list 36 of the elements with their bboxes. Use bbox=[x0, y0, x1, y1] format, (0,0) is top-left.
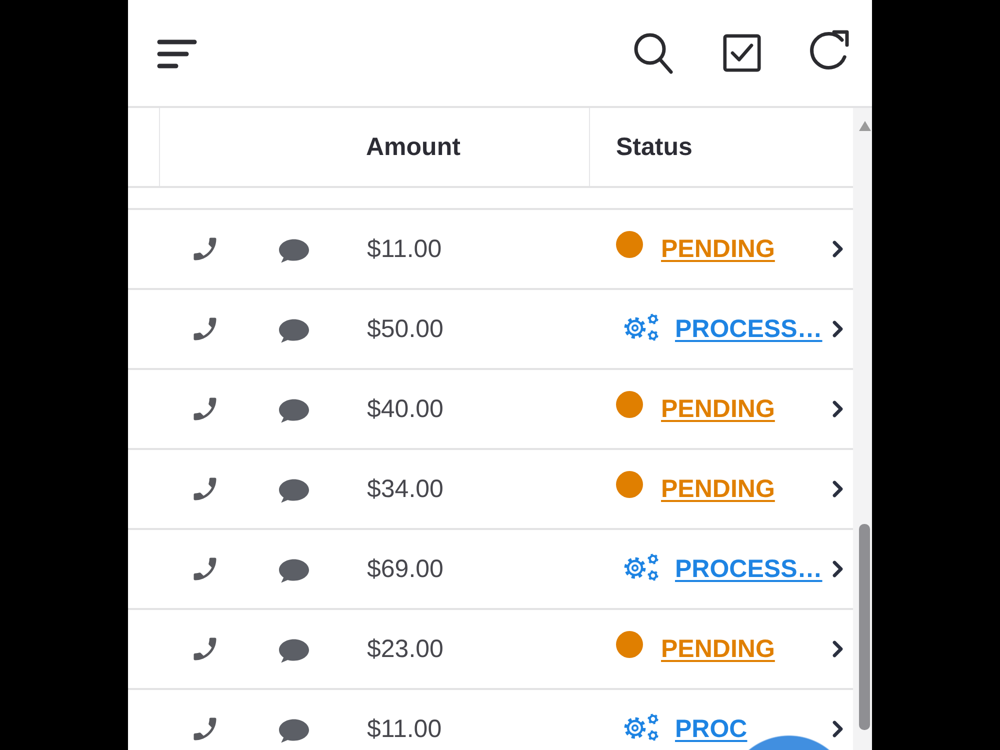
status-link[interactable]: PROCESS… bbox=[675, 314, 822, 344]
checkbox-icon[interactable] bbox=[722, 34, 762, 72]
status-link[interactable]: PROC bbox=[675, 714, 748, 744]
column-header[interactable]: Status bbox=[616, 132, 692, 162]
chat-bubble-icon[interactable] bbox=[279, 399, 309, 423]
chat-bubble-icon[interactable] bbox=[279, 559, 309, 583]
amount-text: $34.00 bbox=[367, 474, 444, 504]
chevron-right-icon[interactable] bbox=[832, 720, 844, 738]
amount-text: $50.00 bbox=[367, 314, 444, 344]
chat-bubble-icon[interactable] bbox=[279, 319, 309, 343]
status-link[interactable]: PENDING bbox=[661, 234, 775, 264]
chevron-right-icon[interactable] bbox=[832, 240, 844, 258]
chat-bubble-icon[interactable] bbox=[279, 639, 309, 663]
chevron-right-icon[interactable] bbox=[832, 640, 844, 658]
amount-text: $11.00 bbox=[367, 714, 442, 744]
chat-bubble-icon[interactable] bbox=[279, 479, 309, 503]
column-header[interactable]: Amount bbox=[366, 132, 460, 162]
status-link[interactable]: PENDING bbox=[661, 394, 775, 424]
chat-bubble-icon[interactable] bbox=[279, 719, 309, 743]
scroll-up-arrow-icon[interactable] bbox=[859, 120, 871, 132]
status-link[interactable]: PENDING bbox=[661, 474, 775, 504]
sort-icon[interactable] bbox=[157, 39, 197, 69]
chevron-right-icon[interactable] bbox=[832, 320, 844, 338]
chevron-right-icon[interactable] bbox=[832, 560, 844, 578]
scrollbar-track[interactable] bbox=[853, 108, 872, 750]
chat-bubble-icon[interactable] bbox=[279, 239, 309, 263]
scrollbar-thumb[interactable] bbox=[859, 524, 870, 730]
chevron-right-icon[interactable] bbox=[832, 480, 844, 498]
amount-text: $11.00 bbox=[367, 234, 442, 264]
amount-text: $23.00 bbox=[367, 634, 444, 664]
chevron-right-icon[interactable] bbox=[832, 400, 844, 418]
amount-text: $40.00 bbox=[367, 394, 444, 424]
status-link[interactable]: PENDING bbox=[661, 634, 775, 664]
search-icon[interactable] bbox=[633, 32, 673, 74]
status-link[interactable]: PROCESS… bbox=[675, 554, 822, 584]
amount-text: $69.00 bbox=[367, 554, 444, 584]
